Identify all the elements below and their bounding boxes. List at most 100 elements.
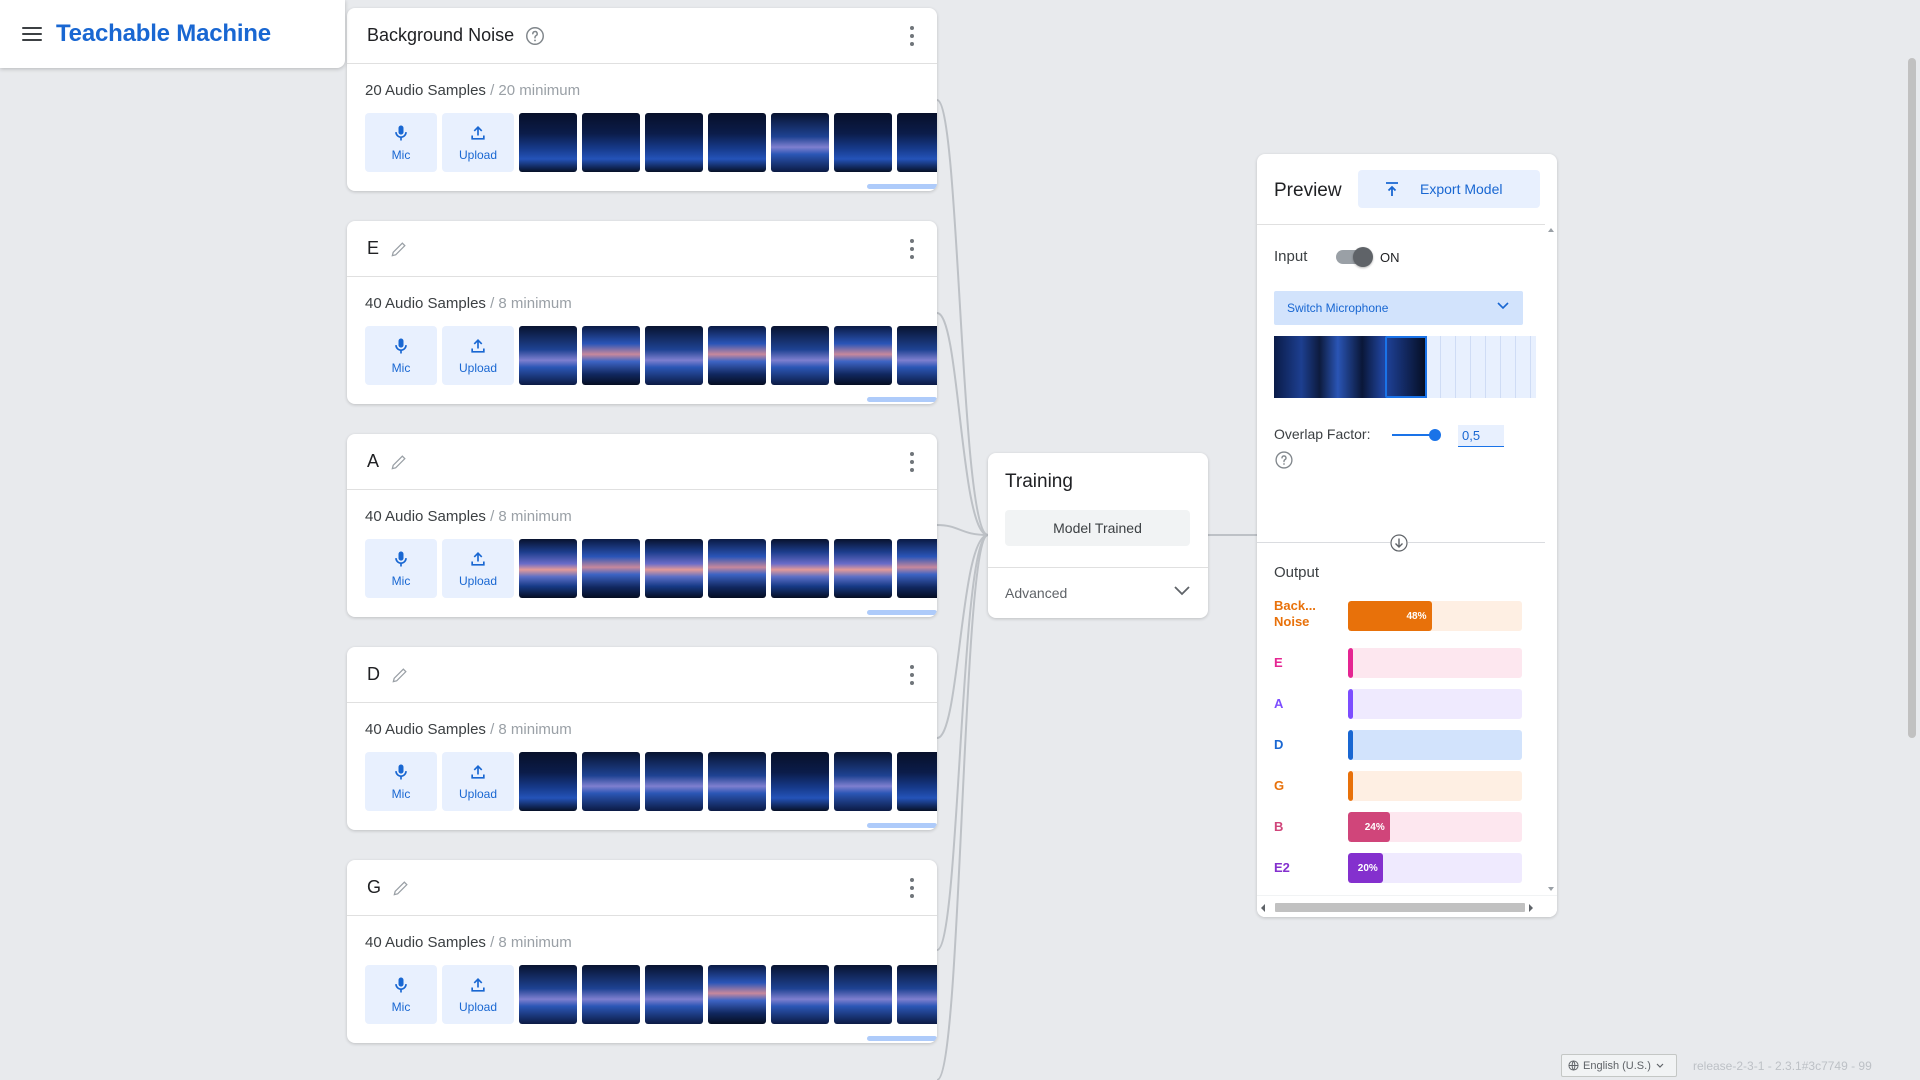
audio-sample-thumbnail[interactable] bbox=[708, 752, 766, 811]
audio-sample-thumbnail[interactable] bbox=[834, 113, 892, 172]
audio-sample-thumbnail[interactable] bbox=[897, 539, 937, 598]
language-select[interactable]: English (U.S.) bbox=[1561, 1054, 1677, 1077]
audio-sample-thumbnail[interactable] bbox=[645, 113, 703, 172]
audio-sample-thumbnail[interactable] bbox=[582, 326, 640, 385]
audio-sample-thumbnail[interactable] bbox=[582, 965, 640, 1024]
sample-row: Mic Upload bbox=[365, 326, 937, 385]
thumbnail-scrollbar[interactable] bbox=[867, 184, 937, 189]
mic-button[interactable]: Mic bbox=[365, 539, 437, 598]
audio-sample-thumbnail[interactable] bbox=[519, 113, 577, 172]
audio-sample-thumbnail[interactable] bbox=[834, 965, 892, 1024]
audio-sample-thumbnail[interactable] bbox=[834, 752, 892, 811]
sample-thumbnails bbox=[519, 752, 937, 811]
audio-sample-thumbnail[interactable] bbox=[582, 113, 640, 172]
audio-sample-thumbnail[interactable] bbox=[519, 752, 577, 811]
upload-button[interactable]: Upload bbox=[442, 965, 514, 1024]
audio-sample-thumbnail[interactable] bbox=[645, 539, 703, 598]
sample-row: Mic Upload bbox=[365, 539, 937, 598]
preview-horizontal-scrollbar[interactable] bbox=[1257, 895, 1557, 917]
audio-sample-thumbnail[interactable] bbox=[771, 539, 829, 598]
audio-sample-thumbnail[interactable] bbox=[519, 326, 577, 385]
audio-sample-thumbnail[interactable] bbox=[771, 326, 829, 385]
audio-sample-thumbnail[interactable] bbox=[834, 539, 892, 598]
spectrogram-cursor bbox=[1425, 336, 1427, 398]
class-card-background-noise: Background Noise 20 Audio Samples / 20 m… bbox=[347, 8, 937, 191]
audio-sample-thumbnail[interactable] bbox=[897, 326, 937, 385]
thumbnail-scrollbar[interactable] bbox=[867, 823, 937, 828]
mic-icon bbox=[395, 338, 407, 354]
overlap-slider-thumb[interactable] bbox=[1429, 429, 1441, 441]
audio-sample-thumbnail[interactable] bbox=[834, 326, 892, 385]
confidence-bar bbox=[1348, 771, 1522, 801]
more-options-icon[interactable] bbox=[909, 26, 915, 46]
audio-sample-thumbnail[interactable] bbox=[582, 752, 640, 811]
train-model-button[interactable]: Model Trained bbox=[1005, 510, 1190, 546]
page-scrollbar-thumb[interactable] bbox=[1908, 58, 1916, 738]
edit-icon[interactable] bbox=[391, 878, 411, 898]
class-name[interactable]: G bbox=[367, 877, 381, 898]
class-name[interactable]: D bbox=[367, 664, 380, 685]
audio-sample-thumbnail[interactable] bbox=[708, 113, 766, 172]
audio-sample-thumbnail[interactable] bbox=[897, 965, 937, 1024]
chevron-down-icon bbox=[1656, 1063, 1664, 1068]
overlap-factor-input[interactable] bbox=[1458, 425, 1504, 447]
app-title[interactable]: Teachable Machine bbox=[56, 20, 271, 48]
audio-sample-thumbnail[interactable] bbox=[519, 965, 577, 1024]
audio-sample-thumbnail[interactable] bbox=[519, 539, 577, 598]
more-options-icon[interactable] bbox=[909, 878, 915, 898]
upload-button[interactable]: Upload bbox=[442, 752, 514, 811]
preview-vertical-scrollbar[interactable] bbox=[1545, 224, 1557, 895]
audio-sample-thumbnail[interactable] bbox=[645, 326, 703, 385]
samples-count: 40 Audio Samples / 8 minimum bbox=[365, 721, 572, 738]
upload-button[interactable]: Upload bbox=[442, 326, 514, 385]
mic-button[interactable]: Mic bbox=[365, 113, 437, 172]
output-class-name: A bbox=[1274, 696, 1284, 711]
menu-icon[interactable] bbox=[22, 27, 42, 41]
switch-microphone-select[interactable]: Switch Microphone bbox=[1274, 291, 1523, 325]
page-scrollbar[interactable] bbox=[1903, 0, 1920, 1080]
audio-sample-thumbnail[interactable] bbox=[582, 539, 640, 598]
upload-icon bbox=[471, 977, 485, 992]
confidence-value: 24% bbox=[1364, 821, 1385, 833]
edit-icon[interactable] bbox=[389, 452, 409, 472]
sample-row: Mic Upload bbox=[365, 965, 937, 1024]
audio-sample-thumbnail[interactable] bbox=[708, 539, 766, 598]
audio-sample-thumbnail[interactable] bbox=[771, 752, 829, 811]
class-name[interactable]: E bbox=[367, 238, 379, 259]
output-row: A bbox=[1274, 689, 1524, 719]
advanced-toggle[interactable]: Advanced bbox=[988, 567, 1208, 618]
sample-thumbnails bbox=[519, 326, 937, 385]
help-icon[interactable] bbox=[1274, 450, 1294, 470]
mic-icon bbox=[395, 551, 407, 567]
thumbnail-scrollbar[interactable] bbox=[867, 1036, 937, 1041]
mic-button[interactable]: Mic bbox=[365, 752, 437, 811]
audio-sample-thumbnail[interactable] bbox=[708, 326, 766, 385]
more-options-icon[interactable] bbox=[909, 452, 915, 472]
audio-sample-thumbnail[interactable] bbox=[645, 752, 703, 811]
audio-sample-thumbnail[interactable] bbox=[771, 965, 829, 1024]
upload-button[interactable]: Upload bbox=[442, 113, 514, 172]
audio-sample-thumbnail[interactable] bbox=[771, 113, 829, 172]
class-name[interactable]: A bbox=[367, 451, 379, 472]
help-icon[interactable] bbox=[524, 25, 546, 47]
audio-sample-thumbnail[interactable] bbox=[897, 752, 937, 811]
audio-sample-thumbnail[interactable] bbox=[708, 965, 766, 1024]
class-card-e: E 40 Audio Samples / 8 minimum Mic Uploa… bbox=[347, 221, 937, 404]
spectrogram-empty bbox=[1426, 336, 1536, 398]
chevron-down-icon bbox=[1174, 586, 1190, 596]
more-options-icon[interactable] bbox=[909, 239, 915, 259]
thumbnail-scrollbar[interactable] bbox=[867, 610, 937, 615]
edit-icon[interactable] bbox=[389, 239, 409, 259]
arrow-down-icon[interactable] bbox=[1390, 534, 1408, 552]
mic-button[interactable]: Mic bbox=[365, 326, 437, 385]
upload-button[interactable]: Upload bbox=[442, 539, 514, 598]
audio-sample-thumbnail[interactable] bbox=[897, 113, 937, 172]
audio-sample-thumbnail[interactable] bbox=[645, 965, 703, 1024]
mic-button[interactable]: Mic bbox=[365, 965, 437, 1024]
export-model-button[interactable]: Export Model bbox=[1358, 170, 1540, 208]
thumbnail-scrollbar[interactable] bbox=[867, 397, 937, 402]
more-options-icon[interactable] bbox=[909, 665, 915, 685]
overlap-factor-label: Overlap Factor: bbox=[1274, 426, 1371, 442]
input-toggle[interactable] bbox=[1336, 247, 1373, 267]
edit-icon[interactable] bbox=[390, 665, 410, 685]
